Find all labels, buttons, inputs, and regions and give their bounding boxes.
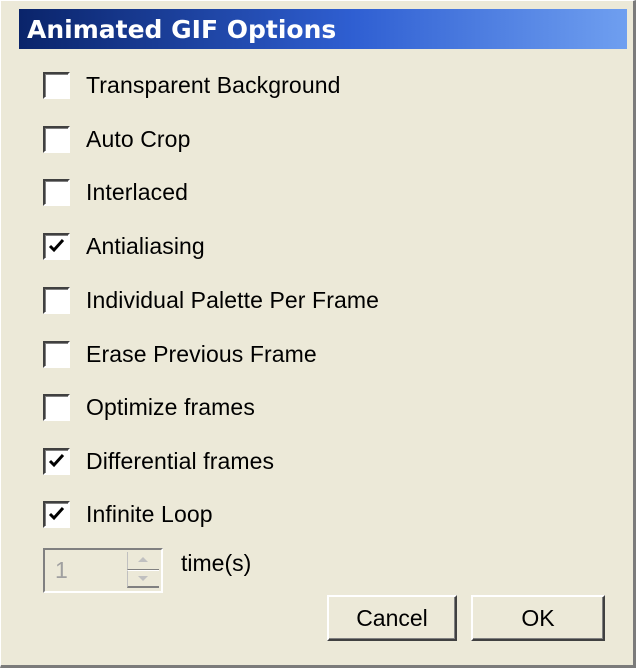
antialiasing-label: Antialiasing — [86, 232, 205, 259]
dialog-title: Animated GIF Options — [27, 14, 337, 44]
erase-previous-frame-label: Erase Previous Frame — [86, 340, 317, 367]
auto-crop-label: Auto Crop — [86, 125, 191, 152]
option-auto-crop[interactable]: Auto Crop — [43, 122, 190, 156]
cancel-button[interactable]: Cancel — [327, 595, 457, 641]
loop-count-unit-label: time(s) — [181, 550, 252, 576]
individual-palette-per-frame-label: Individual Palette Per Frame — [86, 286, 379, 313]
spin-down-arrow-icon — [138, 576, 148, 581]
spin-down-button[interactable] — [127, 570, 159, 588]
option-optimize-frames[interactable]: Optimize frames — [43, 390, 255, 424]
check-mark-icon — [48, 506, 65, 520]
optimize-frames-label: Optimize frames — [86, 393, 255, 420]
option-erase-previous-frame[interactable]: Erase Previous Frame — [43, 337, 317, 371]
individual-palette-per-frame-checkbox[interactable] — [43, 286, 70, 314]
option-infinite-loop[interactable]: Infinite Loop — [43, 497, 213, 531]
optimize-frames-checkbox[interactable] — [43, 393, 70, 421]
transparent-background-checkbox[interactable] — [43, 71, 70, 99]
loop-count-spinner[interactable]: 1 — [43, 548, 163, 593]
check-mark-icon — [48, 453, 65, 467]
check-mark-icon — [48, 238, 65, 252]
option-individual-palette-per-frame[interactable]: Individual Palette Per Frame — [43, 283, 379, 317]
spinner-buttons — [127, 552, 159, 589]
option-antialiasing[interactable]: Antialiasing — [43, 229, 205, 263]
infinite-loop-label: Infinite Loop — [86, 500, 213, 527]
loop-count-value[interactable]: 1 — [55, 557, 68, 584]
title-bar: Animated GIF Options — [19, 9, 627, 49]
antialiasing-checkbox[interactable] — [43, 232, 70, 260]
ok-button[interactable]: OK — [471, 595, 605, 641]
interlaced-label: Interlaced — [86, 178, 189, 205]
spin-up-arrow-icon — [138, 557, 148, 562]
auto-crop-checkbox[interactable] — [43, 125, 70, 153]
option-transparent-background[interactable]: Transparent Background — [43, 68, 341, 102]
erase-previous-frame-checkbox[interactable] — [43, 340, 70, 368]
option-differential-frames[interactable]: Differential frames — [43, 444, 274, 478]
interlaced-checkbox[interactable] — [43, 178, 70, 206]
differential-frames-checkbox[interactable] — [43, 447, 70, 475]
transparent-background-label: Transparent Background — [86, 71, 341, 98]
differential-frames-label: Differential frames — [86, 447, 275, 474]
option-interlaced[interactable]: Interlaced — [43, 175, 188, 209]
infinite-loop-checkbox[interactable] — [43, 500, 70, 528]
spin-up-button[interactable] — [127, 552, 159, 570]
animated-gif-options-dialog: Animated GIF Options Transparent Backgro… — [0, 0, 636, 668]
